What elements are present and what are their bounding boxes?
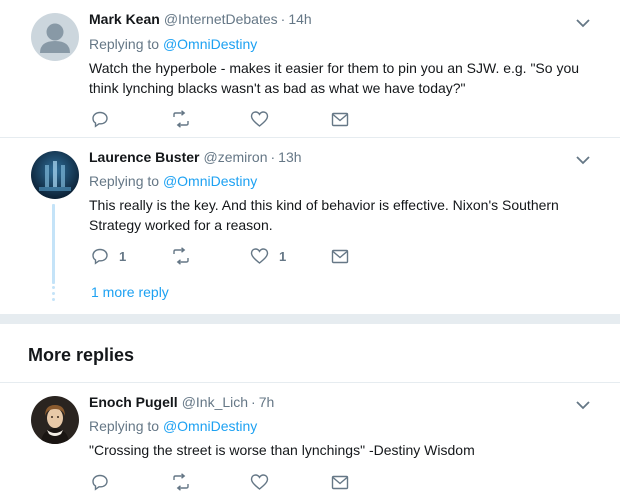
mention-link[interactable]: @OmniDestiny [163,36,257,52]
user-handle[interactable]: @zemiron [203,149,267,165]
user-handle[interactable]: @InternetDebates [164,11,278,27]
separator-dot: · [251,394,256,410]
chevron-down-icon[interactable] [574,153,592,167]
retweet-icon[interactable] [171,473,191,495]
more-replies-heading: More replies [28,345,135,365]
replying-to: Replying to @OmniDestiny [89,418,257,434]
separator-dot: · [280,11,286,27]
avatar[interactable] [31,396,79,444]
replying-label: Replying to [89,36,160,52]
tweet-mark-kean[interactable]: Mark Kean @InternetDebates · 14h Replying t… [0,0,620,137]
user-handle[interactable]: @Ink_Lich [182,394,248,410]
user-name[interactable]: Mark Kean [89,11,160,27]
envelope-icon[interactable] [331,475,349,495]
replying-label: Replying to [89,418,160,434]
section-gap [0,314,620,324]
replying-label: Replying to [89,173,160,189]
tweet-enoch-pugell[interactable]: Enoch Pugell @Ink_Lich · 7h Replying to @Om… [0,383,620,495]
reply-icon[interactable] [91,247,109,270]
thread-dots [52,286,55,304]
like-count: 1 [279,249,287,264]
timestamp[interactable]: 14h [288,11,311,27]
avatar[interactable] [31,151,79,199]
more-replies-link[interactable]: 1 more reply [91,284,169,300]
envelope-icon[interactable] [331,112,349,132]
reply-icon[interactable] [91,473,109,495]
avatar[interactable] [31,13,79,61]
chevron-down-icon[interactable] [574,398,592,412]
timestamp[interactable]: 13h [278,149,301,165]
tweet-laurence-buster[interactable]: Laurence Buster @zemiron · 13h Replying to … [0,138,620,314]
heart-icon[interactable] [250,473,269,495]
user-name[interactable]: Enoch Pugell [89,394,178,410]
reply-icon[interactable] [91,110,109,133]
separator-dot: · [270,149,276,165]
tweet-text: Watch the hyperbole - makes it easier fo… [89,60,580,96]
retweet-icon[interactable] [171,247,191,270]
tweet-text: "Crossing the street is worse than lynch… [89,442,475,458]
replying-to: Replying to @OmniDestiny [89,173,257,189]
user-name[interactable]: Laurence Buster [89,149,199,165]
mention-link[interactable]: @OmniDestiny [163,418,257,434]
mention-link[interactable]: @OmniDestiny [163,173,257,189]
replying-to: Replying to @OmniDestiny [89,36,257,52]
tweet-text: This really is the key. And this kind of… [89,197,559,233]
retweet-icon[interactable] [171,110,191,133]
chevron-down-icon[interactable] [574,16,592,30]
heart-icon[interactable] [250,247,269,270]
heart-icon[interactable] [250,110,269,133]
thread-line [52,204,55,284]
reply-count: 1 [119,249,127,264]
envelope-icon[interactable] [331,249,349,269]
timestamp[interactable]: 7h [259,394,275,410]
